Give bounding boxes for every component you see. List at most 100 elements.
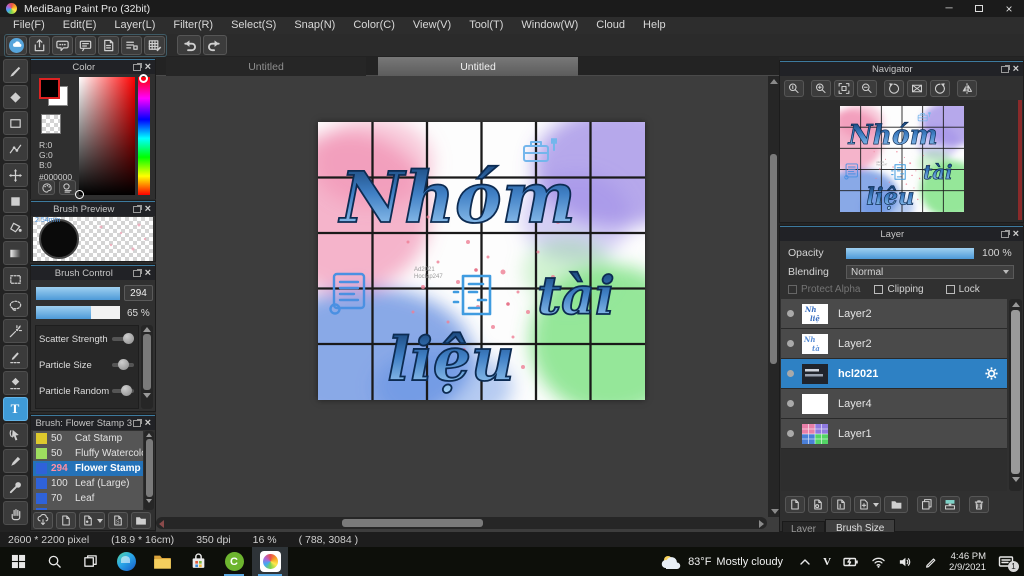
palette-button[interactable]: [38, 180, 55, 195]
menu-help[interactable]: Help: [634, 17, 675, 34]
new-layer-button[interactable]: [785, 496, 805, 513]
brush-row-cat-stamp[interactable]: 50 Cat Stamp: [33, 431, 143, 446]
foreground-color-swatch[interactable]: [39, 78, 60, 99]
brush-size-slider[interactable]: [36, 287, 120, 300]
close-icon[interactable]: ×: [145, 418, 151, 429]
script-brush-button[interactable]: S: [108, 512, 128, 529]
brush-row-flower-stamp[interactable]: 294 Flower Stamp: [33, 461, 143, 476]
layer-list-scrollbar[interactable]: [1009, 299, 1022, 491]
layer-visibility-icon[interactable]: [787, 370, 794, 377]
new-brush-menu-button[interactable]: [79, 512, 105, 529]
reset-view-button[interactable]: [907, 80, 927, 97]
brush-row-partial[interactable]: [33, 506, 143, 510]
menu-window[interactable]: Window(W): [512, 17, 587, 34]
layer-row-hcl2021[interactable]: hcl2021: [781, 359, 1007, 389]
volume-icon[interactable]: [898, 556, 912, 568]
tray-expand-chevron-icon[interactable]: [799, 557, 811, 567]
particle-size-slider[interactable]: [112, 359, 134, 370]
menu-cloud[interactable]: Cloud: [587, 17, 634, 34]
weather-icon[interactable]: [660, 554, 682, 570]
color-set-button[interactable]: [59, 180, 76, 195]
coccoc-browser-icon[interactable]: C: [216, 547, 252, 576]
sv-cursor[interactable]: [75, 190, 84, 199]
layer-row-layer4[interactable]: Layer4: [781, 389, 1007, 419]
popout-icon[interactable]: [132, 62, 142, 71]
magic-wand-tool[interactable]: [2, 319, 28, 343]
layer-row-layer2b[interactable]: Nh tà Layer2: [781, 329, 1007, 359]
microsoft-store-icon[interactable]: [180, 547, 216, 576]
taskbar-clock[interactable]: 4:46 PM 2/9/2021: [949, 551, 986, 573]
menu-tool[interactable]: Tool(T): [460, 17, 512, 34]
start-button[interactable]: [0, 547, 36, 576]
control-point-tool[interactable]: [2, 137, 28, 161]
zoom-out-button[interactable]: [857, 80, 877, 97]
brush-list-scrollbar[interactable]: [144, 431, 154, 510]
text-tool[interactable]: T: [2, 397, 28, 421]
layer-row-layer2a[interactable]: Nh liệ Layer2: [781, 299, 1007, 329]
canvas-settings-button[interactable]: [144, 35, 165, 55]
scatter-strength-slider[interactable]: [112, 333, 134, 344]
fit-screen-button[interactable]: [834, 80, 854, 97]
menu-view[interactable]: View(V): [404, 17, 460, 34]
ime-indicator[interactable]: V: [823, 556, 831, 568]
popout-icon[interactable]: [132, 204, 142, 213]
canvas-vertical-scrollbar[interactable]: [768, 76, 779, 517]
new-layer-folder-button[interactable]: [884, 496, 908, 513]
clipping-checkbox[interactable]: Clipping: [874, 284, 924, 295]
taskbar-search-button[interactable]: [36, 547, 72, 576]
menu-select[interactable]: Select(S): [222, 17, 285, 34]
popout-icon[interactable]: [1000, 64, 1010, 73]
file-explorer-icon[interactable]: [144, 547, 180, 576]
popout-icon[interactable]: [1000, 229, 1010, 238]
saturation-value-picker[interactable]: [75, 77, 135, 199]
menu-snap[interactable]: Snap(N): [285, 17, 344, 34]
undo-button[interactable]: [177, 35, 201, 55]
add-layer-menu-button[interactable]: [854, 496, 881, 513]
brush-settings-gear-icon[interactable]: [142, 463, 143, 474]
close-icon[interactable]: ×: [1013, 229, 1019, 240]
action-center-icon[interactable]: 1: [998, 555, 1019, 572]
fill-rect-tool[interactable]: [2, 189, 28, 213]
battery-icon[interactable]: [843, 556, 859, 568]
blending-select[interactable]: Normal: [846, 265, 1014, 279]
navigator-thumbnail[interactable]: [840, 106, 964, 212]
menu-file[interactable]: File(F): [4, 17, 54, 34]
brush-folder-button[interactable]: [131, 512, 151, 529]
popout-icon[interactable]: [132, 268, 142, 277]
flip-view-button[interactable]: [957, 80, 977, 97]
wifi-icon[interactable]: [871, 556, 886, 568]
weather-desc[interactable]: Mostly cloudy: [716, 556, 783, 568]
menu-filter[interactable]: Filter(R): [164, 17, 222, 34]
hue-slider[interactable]: [138, 74, 150, 195]
redo-button[interactable]: [203, 35, 227, 55]
weather-temp[interactable]: 83°F: [688, 556, 711, 568]
publish-button[interactable]: [29, 35, 50, 55]
zoom-reset-button[interactable]: [784, 80, 804, 97]
gradient-tool[interactable]: [2, 241, 28, 265]
new-1bit-layer-button[interactable]: [831, 496, 851, 513]
operation-tool[interactable]: [2, 423, 28, 447]
merge-layer-button[interactable]: [940, 496, 960, 513]
close-icon[interactable]: ×: [1013, 64, 1019, 75]
canvas-horizontal-scrollbar[interactable]: [156, 517, 767, 529]
rotate-right-button[interactable]: [930, 80, 950, 97]
cloud-download-brush-button[interactable]: [33, 512, 53, 529]
material-list-button[interactable]: [121, 35, 142, 55]
close-icon[interactable]: ×: [145, 62, 151, 73]
move-tool[interactable]: [2, 163, 28, 187]
select-pen-tool[interactable]: [2, 345, 28, 369]
eraser-tool[interactable]: [2, 85, 28, 109]
menu-layer[interactable]: Layer(L): [105, 17, 164, 34]
canvas-viewport[interactable]: [156, 76, 767, 517]
maximize-button[interactable]: [964, 0, 994, 17]
cloud-save-button[interactable]: [6, 35, 27, 55]
navigator-preview[interactable]: [780, 100, 1023, 222]
minimize-button[interactable]: ─: [934, 0, 964, 17]
chat-button[interactable]: [75, 35, 96, 55]
layer-row-layer1[interactable]: Layer1: [781, 419, 1007, 449]
select-tool[interactable]: [2, 267, 28, 291]
artwork-canvas[interactable]: [318, 122, 645, 400]
close-icon[interactable]: ×: [145, 204, 151, 215]
document-button[interactable]: [98, 35, 119, 55]
layer-visibility-icon[interactable]: [787, 340, 794, 347]
